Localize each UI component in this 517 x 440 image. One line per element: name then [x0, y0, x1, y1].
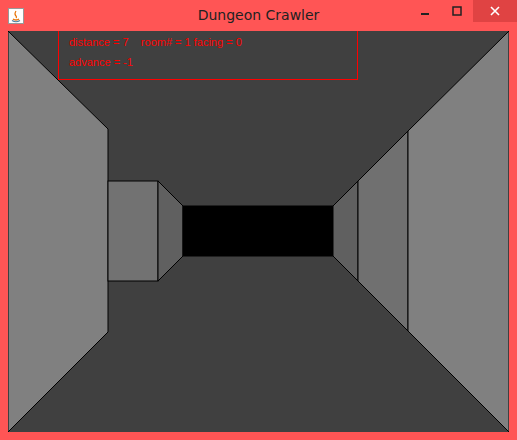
minimize-button[interactable] — [409, 0, 441, 22]
left-near-wall — [8, 31, 108, 432]
window-title: Dungeon Crawler — [0, 0, 517, 31]
debug-overlay: distance = 7 room# = 1 facing = 0advance… — [58, 31, 358, 80]
app-window: Dungeon Crawler di — [0, 0, 517, 440]
dungeon-view: distance = 7 room# = 1 facing = 0advance… — [8, 31, 509, 432]
minimize-icon — [420, 6, 430, 16]
maximize-icon — [452, 6, 462, 16]
right-near-wall — [408, 31, 509, 432]
right-mid-wall — [358, 131, 408, 331]
left-side-wall — [108, 181, 158, 281]
java-icon — [8, 8, 24, 24]
corridor-scene — [8, 31, 509, 432]
title-bar: Dungeon Crawler — [0, 0, 517, 31]
right-far-wall — [333, 181, 358, 281]
close-button[interactable] — [473, 0, 517, 22]
debug-line: advance = -1 — [69, 52, 357, 72]
left-far-wall — [158, 181, 183, 281]
close-icon — [490, 6, 500, 16]
maximize-button[interactable] — [441, 0, 473, 22]
corridor-end — [183, 206, 333, 256]
debug-line: distance = 7 room# = 1 facing = 0 — [69, 32, 357, 52]
